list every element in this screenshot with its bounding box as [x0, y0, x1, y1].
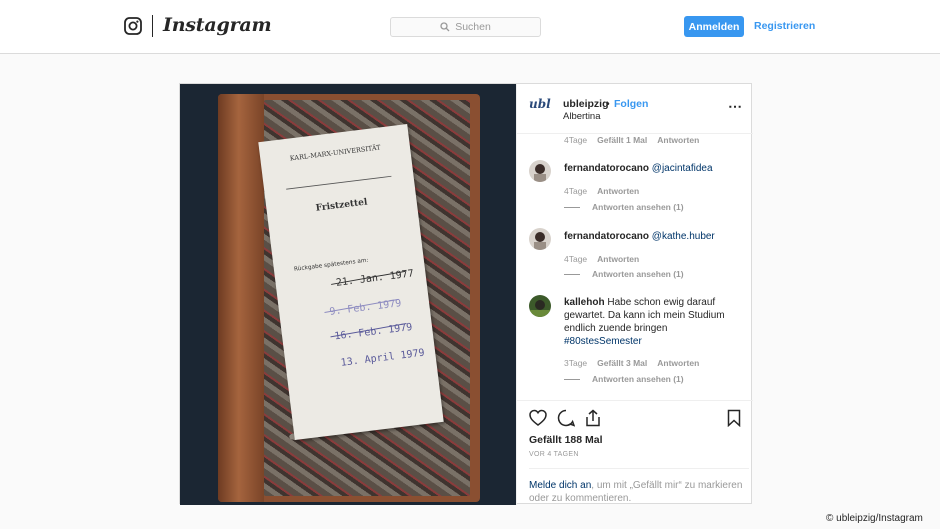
bookmark-icon[interactable] [725, 409, 743, 427]
top-navigation-bar: Instagram Suchen Anmelden Registrieren [0, 0, 940, 54]
view-replies-button[interactable]: Antworten ansehen (1) [564, 269, 684, 279]
comment-username[interactable]: fernandatorocano [564, 163, 649, 174]
comment-meta: 3Tage Gefällt 3 Mal Antworten [564, 358, 709, 368]
comment-line-2: gewartet. Da kann ich mein Studium [564, 310, 725, 321]
comment-text: fernandatorocano @jacintafidea [564, 162, 744, 175]
reply-button[interactable]: Antworten [597, 254, 639, 264]
follow-button[interactable]: Folgen [614, 98, 648, 110]
commenter-avatar[interactable] [529, 228, 551, 250]
search-input[interactable]: Suchen [390, 17, 541, 37]
comment-text: fernandatorocano @kathe.huber [564, 230, 744, 243]
view-replies-button[interactable]: Antworten ansehen (1) [564, 374, 684, 384]
login-button[interactable]: Anmelden [684, 16, 744, 37]
post-location[interactable]: Albertina [563, 111, 601, 122]
post-sidebar: ubl ubleipzig • Folgen Albertina ⋯ 4Tage… [516, 84, 753, 505]
comment-age: 4Tage [564, 254, 588, 264]
heart-icon[interactable] [529, 409, 547, 427]
search-icon [440, 22, 450, 32]
view-replies-label: Antworten ansehen (1) [592, 202, 684, 212]
comment-username[interactable]: kallehoh [564, 297, 605, 308]
reply-button[interactable]: Antworten [657, 358, 699, 368]
comment-line-3: endlich zuende bringen [564, 323, 668, 334]
share-icon[interactable] [584, 409, 602, 427]
view-replies-button[interactable]: Antworten ansehen (1) [564, 202, 684, 212]
slip-title: Fristzettel [315, 197, 368, 213]
photo-book-spine [218, 94, 264, 502]
more-options-icon[interactable]: ⋯ [728, 98, 743, 115]
account-avatar[interactable]: ubl [529, 97, 551, 119]
logo-divider [152, 15, 153, 37]
comment-likes[interactable]: Gefällt 1 Mal [597, 135, 647, 145]
replies-line [564, 207, 580, 209]
comment-text: kallehoh Habe schon ewig darauf gewartet… [564, 296, 744, 348]
comment-mention[interactable]: @kathe.huber [652, 231, 715, 242]
comment-username[interactable]: fernandatorocano [564, 231, 649, 242]
register-link[interactable]: Registrieren [754, 20, 815, 32]
comment-line-1: Habe schon ewig darauf [607, 297, 716, 308]
post-photo[interactable]: KARL-MARX-UNIVERSITÄT Fristzettel Rückga… [180, 84, 516, 505]
post-actions: Gefällt 188 Mal VOR 4 TAGEN Melde dich a… [517, 400, 753, 505]
comment-meta: 4Tage Antworten [564, 186, 649, 196]
reply-button[interactable]: Antworten [597, 186, 639, 196]
replies-line [564, 379, 580, 381]
reply-button[interactable]: Antworten [657, 135, 699, 145]
post-time: VOR 4 TAGEN [529, 451, 579, 458]
image-credit: © ubleipzig/Instagram [826, 513, 923, 524]
comment-age: 4Tage [564, 186, 588, 196]
login-link[interactable]: Melde dich an [529, 480, 591, 491]
instagram-camera-icon[interactable] [124, 17, 142, 35]
comment-likes[interactable]: Gefällt 3 Mal [597, 358, 647, 368]
comment-age: 3Tage [564, 358, 588, 368]
login-prompt: Melde dich an, um mit „Gefällt mir“ zu m… [529, 468, 749, 505]
slip-header: KARL-MARX-UNIVERSITÄT [289, 142, 381, 162]
search-placeholder: Suchen [455, 21, 491, 33]
slip-label: Rückgabe spätestens am: [294, 258, 369, 273]
post-card: KARL-MARX-UNIVERSITÄT Fristzettel Rückga… [179, 83, 753, 505]
separator-dot: • [606, 98, 610, 110]
slip-date-4: 13. April 1979 [340, 348, 425, 369]
comment-hashtag[interactable]: #80stesSemester [564, 336, 642, 347]
view-replies-label: Antworten ansehen (1) [592, 269, 684, 279]
comment-icon[interactable] [557, 409, 575, 427]
comment-mention[interactable]: @jacintafidea [652, 163, 713, 174]
account-name[interactable]: ubleipzig [563, 98, 609, 110]
view-replies-label: Antworten ansehen (1) [592, 374, 684, 384]
post-header: ubl ubleipzig • Folgen Albertina ⋯ [517, 84, 753, 134]
commenter-avatar[interactable] [529, 295, 551, 317]
likes-count[interactable]: Gefällt 188 Mal [529, 434, 603, 446]
comment-meta: 4Tage Gefällt 1 Mal Antworten [564, 135, 709, 145]
replies-line [564, 274, 580, 276]
commenter-avatar[interactable] [529, 160, 551, 182]
comment-age: 4Tage [564, 135, 588, 145]
comment-meta: 4Tage Antworten [564, 254, 649, 264]
instagram-wordmark[interactable]: Instagram [163, 14, 272, 36]
